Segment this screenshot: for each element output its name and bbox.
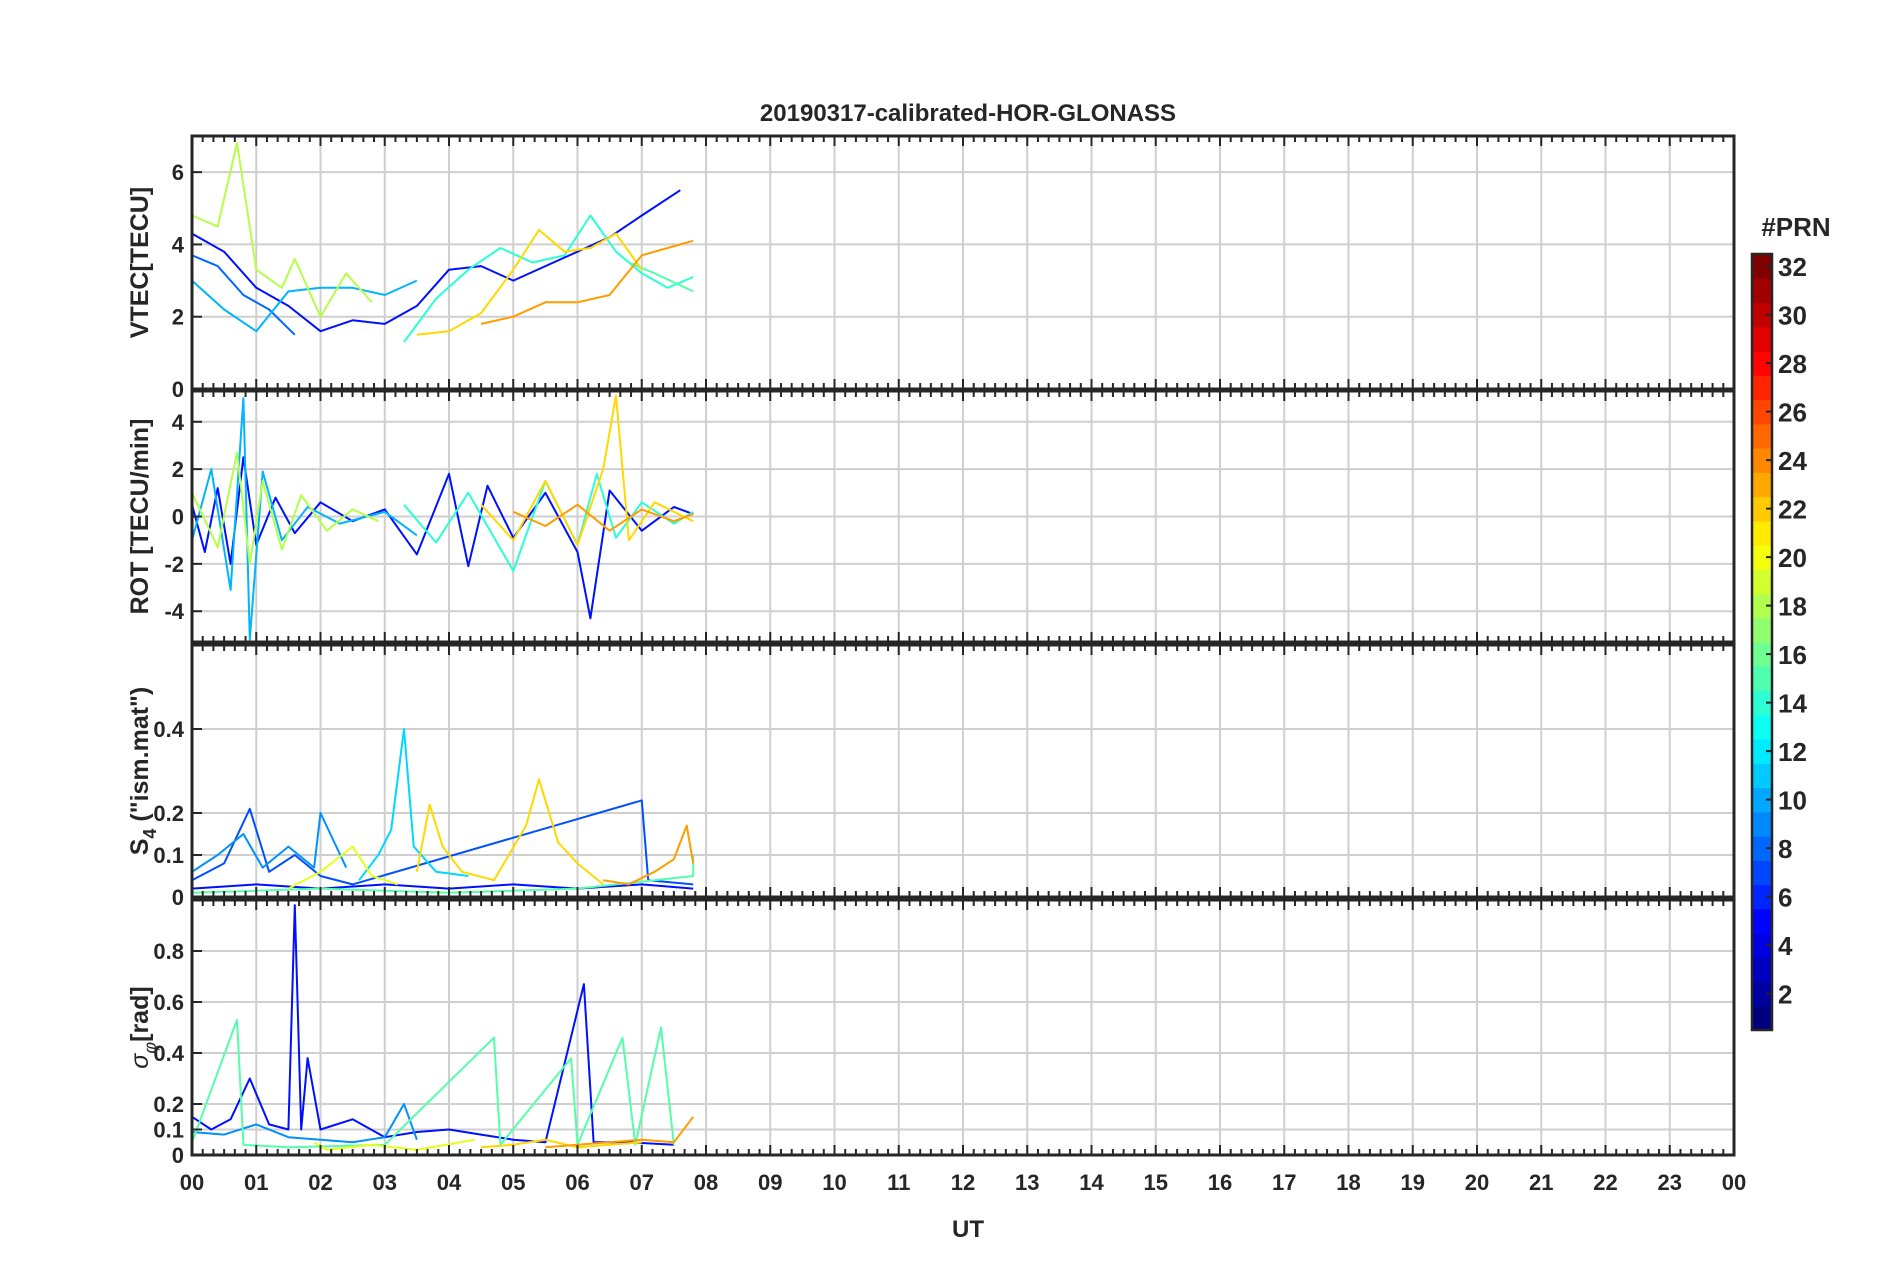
x-tick-label: 23 bbox=[1658, 1170, 1682, 1195]
x-tick-label: 08 bbox=[694, 1170, 718, 1195]
y-axis-label-vtec: VTEC[TECU] bbox=[126, 187, 154, 338]
colorbar-tick-label: 12 bbox=[1778, 737, 1807, 767]
x-tick-label: 05 bbox=[501, 1170, 525, 1195]
y-tick-label: 2 bbox=[172, 457, 184, 482]
x-tick-label: 20 bbox=[1465, 1170, 1489, 1195]
y-tick-label: 0.2 bbox=[153, 1092, 184, 1117]
y-tick-label: 4 bbox=[172, 410, 185, 435]
y-tick-label: 0 bbox=[172, 885, 184, 910]
colorbar-tick-label: 22 bbox=[1778, 495, 1807, 525]
colorbar-tick-label: 4 bbox=[1778, 931, 1793, 961]
colorbar-segment bbox=[1752, 763, 1772, 789]
colorbar-segment bbox=[1752, 617, 1772, 643]
colorbar: 2468101214161820222426283032#PRN bbox=[1750, 212, 1831, 1032]
colorbar-tick-label: 2 bbox=[1778, 980, 1792, 1010]
x-tick-label: 11 bbox=[887, 1170, 910, 1195]
colorbar-segment bbox=[1752, 520, 1772, 546]
x-tick-label: 22 bbox=[1593, 1170, 1617, 1195]
x-tick-label: 21 bbox=[1529, 1170, 1553, 1195]
y-tick-label: 0.8 bbox=[153, 939, 184, 964]
y-tick-label: 0 bbox=[172, 505, 184, 530]
colorbar-tick-label: 10 bbox=[1778, 786, 1807, 816]
colorbar-segment bbox=[1752, 957, 1772, 983]
y-axis-label-rot: ROT [TECU/min] bbox=[126, 419, 154, 615]
x-tick-label: 12 bbox=[951, 1170, 975, 1195]
x-tick-label: 02 bbox=[308, 1170, 332, 1195]
x-tick-label: 01 bbox=[244, 1170, 268, 1195]
x-tick-label: 17 bbox=[1272, 1170, 1296, 1195]
y-axis-label-s4: S4 ("ism.mat") bbox=[126, 687, 160, 856]
colorbar-segment bbox=[1752, 666, 1772, 692]
y-tick-label: -2 bbox=[164, 552, 184, 577]
x-tick-label: 19 bbox=[1401, 1170, 1425, 1195]
colorbar-tick-label: 28 bbox=[1778, 349, 1807, 379]
x-tick-label: 07 bbox=[630, 1170, 654, 1195]
colorbar-segment bbox=[1752, 811, 1772, 837]
x-tick-label: 04 bbox=[437, 1170, 462, 1195]
x-tick-label: 18 bbox=[1336, 1170, 1360, 1195]
chart-title: 20190317-calibrated-HOR-GLONASS bbox=[760, 100, 1176, 127]
x-tick-label: 10 bbox=[822, 1170, 846, 1195]
x-axis-tick-labels: 00 01 02 03 04 05 06 07 08 09 10 11 12 13 14 15 16 17 18 19… bbox=[180, 1170, 1746, 1195]
x-tick-label: 00 bbox=[1722, 1170, 1746, 1195]
colorbar-tick-label: 30 bbox=[1778, 301, 1807, 331]
colorbar-segment bbox=[1752, 908, 1772, 934]
panel-s4: 0 0.1 0.2 0.4S4 ("ism.mat") bbox=[126, 643, 1736, 910]
colorbar-title: #PRN bbox=[1761, 212, 1830, 242]
y-tick-label: 0.4 bbox=[153, 717, 184, 742]
colorbar-tick-label: 24 bbox=[1778, 446, 1807, 476]
colorbar-tick-label: 20 bbox=[1778, 543, 1807, 573]
x-tick-label: 15 bbox=[1144, 1170, 1168, 1195]
y-tick-label: 0.1 bbox=[153, 1118, 184, 1143]
figure: 20190317-calibrated-HOR-GLONASS 0 2 4 6 VTEC… bbox=[0, 0, 1902, 1272]
panel-sigma_phi: 00.10.20.40.60.8σφ[rad] bbox=[126, 898, 1736, 1168]
colorbar-segment bbox=[1752, 375, 1772, 401]
y-tick-label: 2 bbox=[172, 305, 184, 330]
colorbar-segment bbox=[1752, 326, 1772, 352]
colorbar-tick-label: 26 bbox=[1778, 398, 1807, 428]
y-tick-label: 0 bbox=[172, 377, 184, 402]
panel-rot: -4 -2 0 2 4 ROT [TECU/min] bbox=[126, 389, 1736, 644]
colorbar-segment bbox=[1752, 860, 1772, 886]
panel-vtec: 0 2 4 6 VTEC[TECU] bbox=[126, 134, 1736, 402]
y-tick-label: 6 bbox=[172, 160, 184, 185]
x-tick-label: 16 bbox=[1208, 1170, 1232, 1195]
y-tick-label: 0.1 bbox=[153, 843, 184, 868]
panels: 0246VTEC[TECU]-4-2024ROT [TECU/min]00.10… bbox=[126, 134, 1736, 1168]
x-tick-label: 14 bbox=[1079, 1170, 1104, 1195]
colorbar-segment bbox=[1752, 1005, 1772, 1031]
colorbar-segment bbox=[1752, 472, 1772, 498]
x-tick-label: 00 bbox=[180, 1170, 204, 1195]
y-tick-label: 0 bbox=[172, 1143, 184, 1168]
x-tick-label: 03 bbox=[373, 1170, 397, 1195]
x-tick-label: 09 bbox=[758, 1170, 782, 1195]
colorbar-segment bbox=[1752, 278, 1772, 304]
colorbar-tick-label: 6 bbox=[1778, 883, 1792, 913]
colorbar-tick-label: 16 bbox=[1778, 640, 1807, 670]
chart-figure: 20190317-calibrated-HOR-GLONASS 0246VTEC… bbox=[126, 100, 1831, 1243]
y-tick-label: 4 bbox=[172, 232, 185, 257]
x-tick-label: 13 bbox=[1015, 1170, 1039, 1195]
x-axis-label: UT bbox=[952, 1216, 984, 1243]
y-tick-label: 0.2 bbox=[153, 801, 184, 826]
colorbar-segment bbox=[1752, 714, 1772, 740]
colorbar-tick-label: 18 bbox=[1778, 592, 1807, 622]
colorbar-tick-label: 14 bbox=[1778, 689, 1807, 719]
y-tick-label: -4 bbox=[164, 599, 184, 624]
colorbar-tick-label: 8 bbox=[1778, 834, 1792, 864]
colorbar-tick-label: 32 bbox=[1778, 252, 1807, 282]
colorbar-segment bbox=[1752, 569, 1772, 595]
x-tick-label: 06 bbox=[565, 1170, 589, 1195]
y-tick-label: 0.6 bbox=[153, 990, 184, 1015]
colorbar-segment bbox=[1752, 423, 1772, 449]
